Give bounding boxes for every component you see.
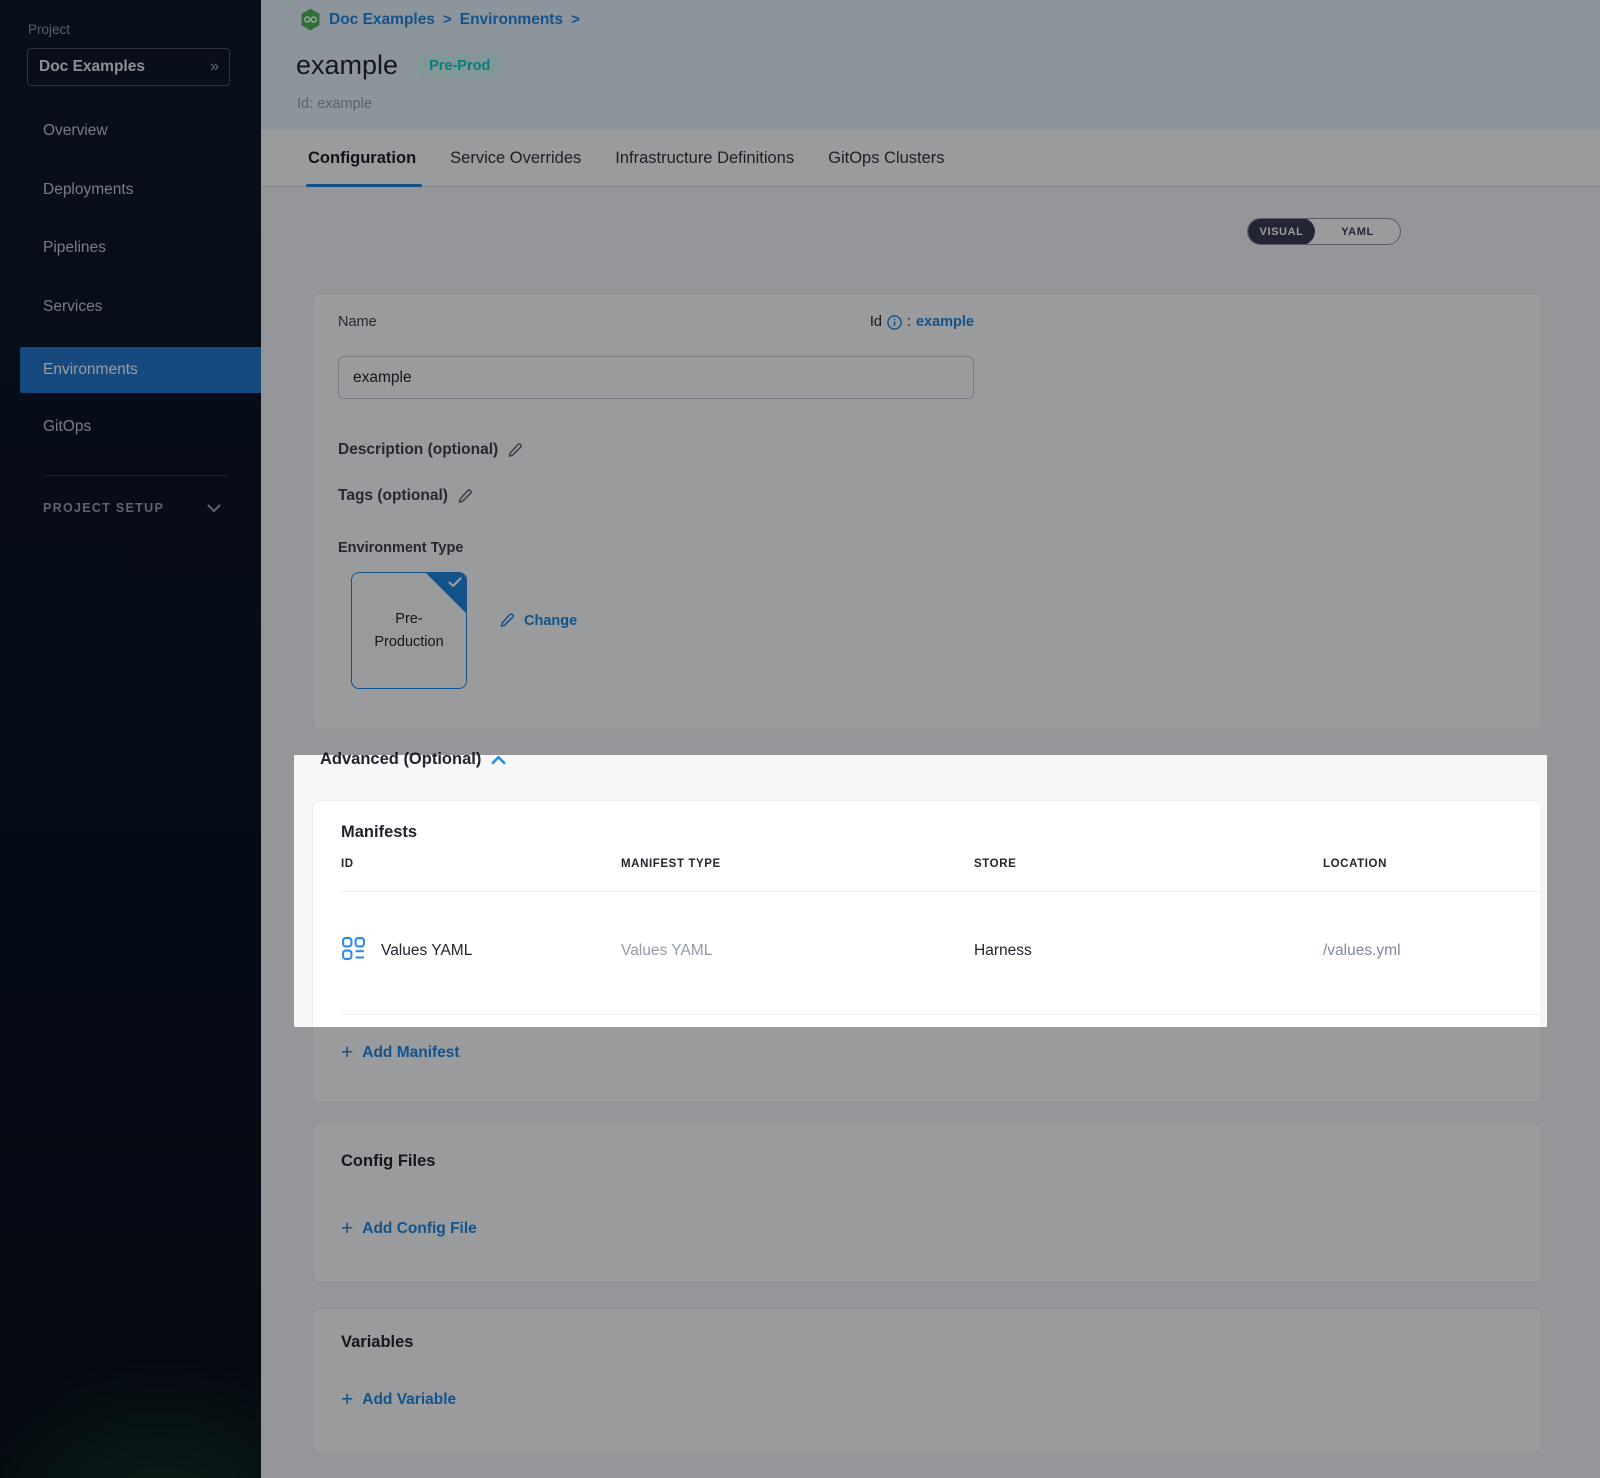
- change-env-type[interactable]: Change: [499, 612, 577, 629]
- manifest-icon: [341, 936, 366, 961]
- environment-type-label: Environment Type: [338, 540, 463, 556]
- add-manifest-button[interactable]: + Add Manifest: [341, 1044, 460, 1062]
- name-label: Name: [338, 314, 377, 330]
- tab-bar: Configuration Service Overrides Infrastr…: [261, 130, 1600, 187]
- check-icon: [448, 577, 462, 588]
- manifest-store: Harness: [974, 942, 1032, 960]
- tags-row[interactable]: Tags (optional): [338, 487, 474, 505]
- manifests-card: Manifests ID MANIFEST TYPE STORE LOCATIO…: [312, 800, 1542, 1103]
- sidebar-item-services[interactable]: Services: [0, 284, 261, 330]
- env-type-card-label: Pre-Production: [374, 608, 443, 653]
- row-divider: [341, 1014, 1541, 1015]
- sidebar-item-overview[interactable]: Overview: [0, 108, 261, 154]
- plus-icon: +: [341, 1391, 353, 1409]
- edit-pencil-icon[interactable]: [457, 488, 474, 505]
- variables-heading: Variables: [341, 1333, 413, 1352]
- toggle-visual[interactable]: VISUAL: [1248, 218, 1315, 245]
- edit-pencil-icon[interactable]: [507, 442, 524, 459]
- tags-label: Tags (optional): [338, 487, 448, 505]
- toggle-yaml[interactable]: YAML: [1315, 218, 1400, 245]
- manifests-heading: Manifests: [341, 823, 417, 842]
- sidebar-item-deployments[interactable]: Deployments: [0, 167, 261, 213]
- breadcrumb-link-environments[interactable]: Environments: [460, 11, 563, 29]
- breadcrumb-link-project[interactable]: Doc Examples: [329, 11, 435, 29]
- chevron-down-icon: [207, 504, 221, 513]
- visual-yaml-toggle[interactable]: VISUAL YAML: [1247, 218, 1401, 245]
- page-title: example: [296, 50, 398, 81]
- project-name: Doc Examples: [39, 58, 145, 76]
- manifest-location: /values.yml: [1323, 942, 1401, 960]
- project-label: Project: [28, 22, 70, 37]
- pencil-icon: [499, 612, 516, 629]
- add-config-file-button[interactable]: + Add Config File: [341, 1220, 477, 1238]
- config-files-card: Config Files + Add Config File: [312, 1123, 1542, 1283]
- tab-configuration[interactable]: Configuration: [308, 130, 416, 187]
- environment-configuration-page: Project Doc Examples » Overview Deployme…: [0, 0, 1600, 1478]
- info-icon[interactable]: [887, 315, 902, 330]
- advanced-title: Advanced (Optional): [320, 750, 481, 769]
- sidebar: Project Doc Examples » Overview Deployme…: [0, 0, 261, 1478]
- env-type-card-preproduction[interactable]: Pre-Production: [351, 572, 467, 689]
- chevron-up-icon: [491, 755, 506, 765]
- project-selector[interactable]: Doc Examples »: [27, 48, 230, 86]
- col-header-manifest-type: MANIFEST TYPE: [621, 858, 721, 870]
- col-header-location: LOCATION: [1323, 858, 1387, 870]
- name-input[interactable]: [338, 356, 974, 399]
- advanced-section-toggle[interactable]: Advanced (Optional): [320, 750, 506, 769]
- col-header-id: ID: [341, 858, 354, 870]
- project-setup-toggle[interactable]: PROJECT SETUP: [43, 501, 221, 515]
- table-row[interactable]: Values YAML Values YAML Harness /values.…: [313, 892, 1541, 1014]
- name-row: Name Id : example: [338, 314, 974, 330]
- add-config-file-label: Add Config File: [362, 1220, 477, 1238]
- description-label: Description (optional): [338, 441, 498, 459]
- project-logo-icon: [300, 8, 321, 31]
- tab-gitops-clusters[interactable]: GitOps Clusters: [828, 130, 944, 187]
- change-label: Change: [524, 613, 577, 629]
- id-chip: Id : example: [870, 314, 974, 330]
- main-panel: Doc Examples > Environments > example Pr…: [261, 0, 1600, 1478]
- tab-infrastructure-definitions[interactable]: Infrastructure Definitions: [615, 130, 794, 187]
- description-row[interactable]: Description (optional): [338, 441, 524, 459]
- plus-icon: +: [341, 1044, 353, 1062]
- manifest-id: Values YAML: [381, 942, 472, 960]
- add-variable-button[interactable]: + Add Variable: [341, 1391, 456, 1409]
- breadcrumb: Doc Examples > Environments >: [300, 8, 580, 31]
- col-header-store: STORE: [974, 858, 1016, 870]
- entity-id: Id: example: [297, 96, 372, 112]
- variables-card: Variables + Add Variable: [312, 1308, 1542, 1453]
- breadcrumb-separator: >: [571, 11, 580, 28]
- breadcrumb-separator: >: [443, 11, 452, 28]
- tab-service-overrides[interactable]: Service Overrides: [450, 130, 581, 187]
- plus-icon: +: [341, 1220, 353, 1238]
- sidebar-divider: [43, 475, 228, 476]
- sidebar-item-gitops[interactable]: GitOps: [0, 404, 261, 450]
- sidebar-item-environments[interactable]: Environments: [20, 347, 261, 393]
- manifest-type: Values YAML: [621, 942, 712, 960]
- page-header: Doc Examples > Environments > example Pr…: [261, 0, 1600, 130]
- id-colon: :: [907, 314, 911, 330]
- project-setup-label: PROJECT SETUP: [43, 501, 164, 515]
- add-variable-label: Add Variable: [362, 1391, 456, 1409]
- double-chevron-right-icon: »: [210, 58, 217, 76]
- title-row: example Pre-Prod: [296, 50, 504, 81]
- id-prefix: Id: [870, 314, 882, 330]
- env-type-badge: Pre-Prod: [415, 54, 504, 78]
- config-files-heading: Config Files: [341, 1152, 435, 1171]
- add-manifest-label: Add Manifest: [362, 1044, 459, 1062]
- sidebar-item-pipelines[interactable]: Pipelines: [0, 225, 261, 271]
- id-value-link[interactable]: example: [916, 314, 974, 330]
